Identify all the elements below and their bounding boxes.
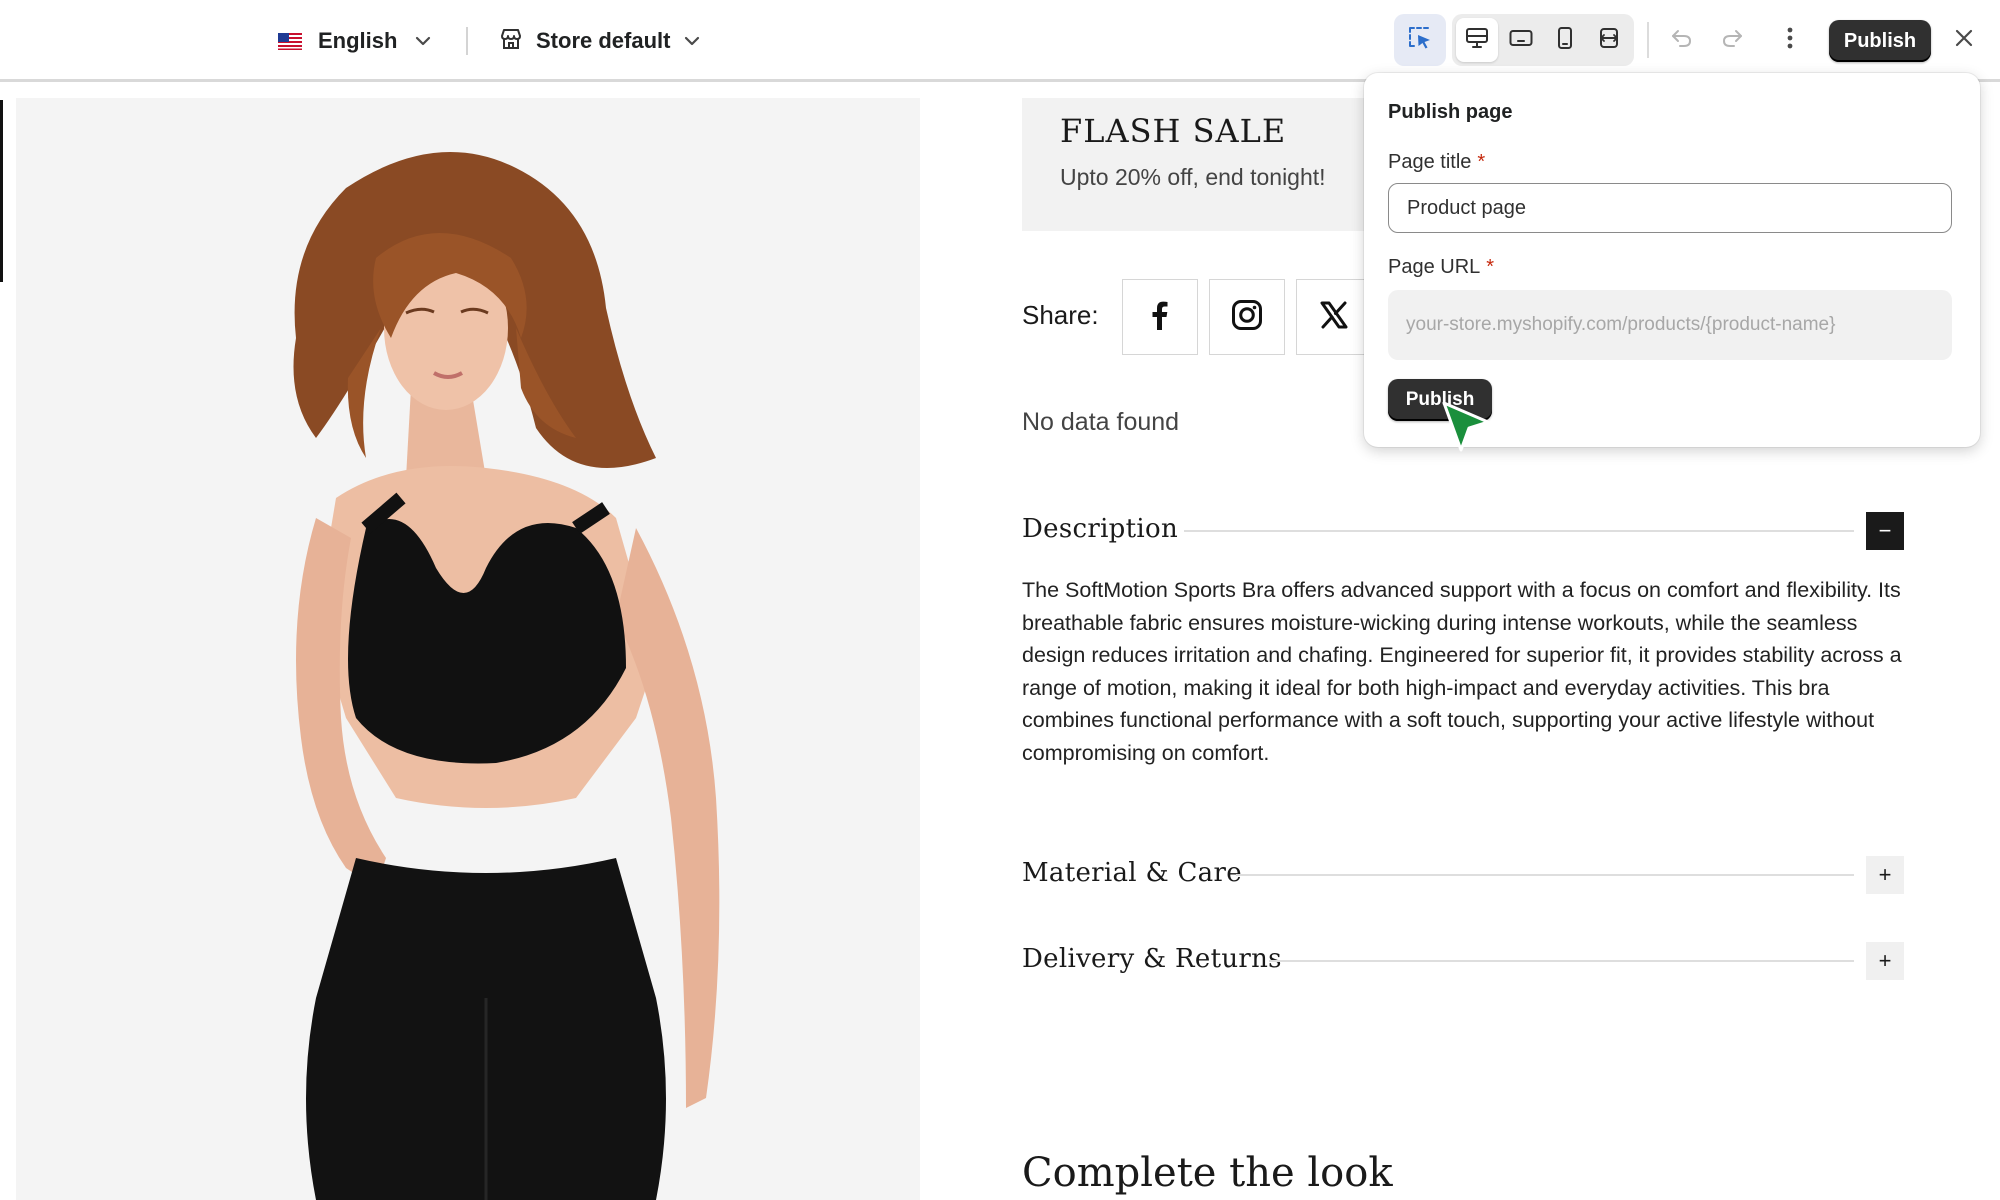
accordion-title: Material & Care [1022, 858, 1242, 888]
select-cursor-icon [1406, 24, 1434, 57]
page-title-label: Page title * [1388, 151, 1485, 174]
desktop-icon [1464, 25, 1490, 56]
mobile-view-button[interactable] [1544, 18, 1586, 62]
mobile-icon [1552, 25, 1578, 56]
undo-icon [1669, 25, 1695, 56]
accordion-description[interactable]: Description − [1022, 511, 1904, 550]
accordion-material-care[interactable]: Material & Care + [1022, 855, 1904, 894]
tablet-landscape-icon [1508, 25, 1534, 56]
page-title-input[interactable] [1388, 183, 1952, 233]
toolbar-divider [466, 27, 468, 55]
required-mark: * [1477, 151, 1486, 173]
page-url-input[interactable] [1388, 290, 1952, 360]
more-actions-button[interactable] [1764, 14, 1816, 66]
required-mark: * [1486, 256, 1495, 278]
editor-toolbar: English Store default Publish [0, 0, 2000, 82]
redo-button[interactable] [1706, 14, 1758, 66]
publish-button[interactable]: Publish [1829, 20, 1931, 62]
accordion-title: Description [1022, 514, 1178, 544]
close-icon [1952, 26, 1976, 55]
page-title-label-text: Page title [1388, 151, 1472, 173]
product-image[interactable] [16, 98, 920, 1200]
chevron-down-icon [413, 31, 433, 51]
popover-title: Publish page [1388, 101, 1513, 123]
accordion-divider [1236, 874, 1854, 876]
chevron-down-icon [682, 31, 702, 51]
model-illustration [293, 152, 720, 1200]
share-x-button[interactable] [1296, 279, 1372, 355]
publish-popover: Publish page Page title* Page URL* Publi… [1364, 73, 1980, 447]
facebook-icon [1147, 300, 1173, 335]
share-facebook-button[interactable] [1122, 279, 1198, 355]
instagram-icon [1231, 299, 1263, 336]
accordion-divider [1184, 530, 1854, 532]
accordion-delivery-returns[interactable]: Delivery & Returns + [1022, 941, 1904, 980]
store-selector[interactable]: Store default [498, 22, 702, 60]
desktop-view-button[interactable] [1456, 18, 1498, 62]
expand-toggle-button[interactable]: + [1866, 856, 1904, 894]
accordion-divider [1269, 960, 1854, 962]
x-twitter-icon [1319, 300, 1349, 335]
fullwidth-view-button[interactable] [1588, 18, 1630, 62]
page-url-label: Page URL * [1388, 256, 1494, 279]
share-instagram-button[interactable] [1209, 279, 1285, 355]
flash-sale-title: FLASH SALE [1060, 112, 1287, 150]
toolbar-divider [1647, 22, 1649, 58]
language-label: English [318, 28, 398, 53]
no-data-message: No data found [1022, 408, 1180, 436]
flash-sale-subtitle: Upto 20% off, end tonight! [1060, 164, 1326, 190]
redo-icon [1719, 25, 1745, 56]
select-tool-button[interactable] [1394, 14, 1446, 66]
accordion-title: Delivery & Returns [1022, 944, 1282, 974]
description-body: The SoftMotion Sports Bra offers advance… [1022, 578, 1902, 765]
tablet-view-button[interactable] [1500, 18, 1542, 62]
us-flag-icon [278, 32, 302, 50]
page-url-label-text: Page URL [1388, 256, 1481, 278]
store-label: Store default [536, 28, 671, 53]
mouse-pointer-icon [1440, 400, 1494, 461]
complete-the-look-heading: Complete the look [1022, 1150, 1393, 1196]
collapse-toggle-button[interactable]: − [1866, 512, 1904, 550]
share-label: Share: [1022, 300, 1099, 330]
language-selector[interactable]: English [278, 22, 433, 60]
expand-toggle-button[interactable]: + [1866, 942, 1904, 980]
more-vertical-icon [1777, 25, 1803, 56]
undo-button[interactable] [1656, 14, 1708, 66]
full-width-icon [1596, 25, 1622, 56]
device-preview-group [1452, 14, 1634, 66]
store-icon [498, 26, 524, 57]
section-selection-edge [0, 100, 3, 282]
close-editor-button[interactable] [1938, 14, 1990, 66]
